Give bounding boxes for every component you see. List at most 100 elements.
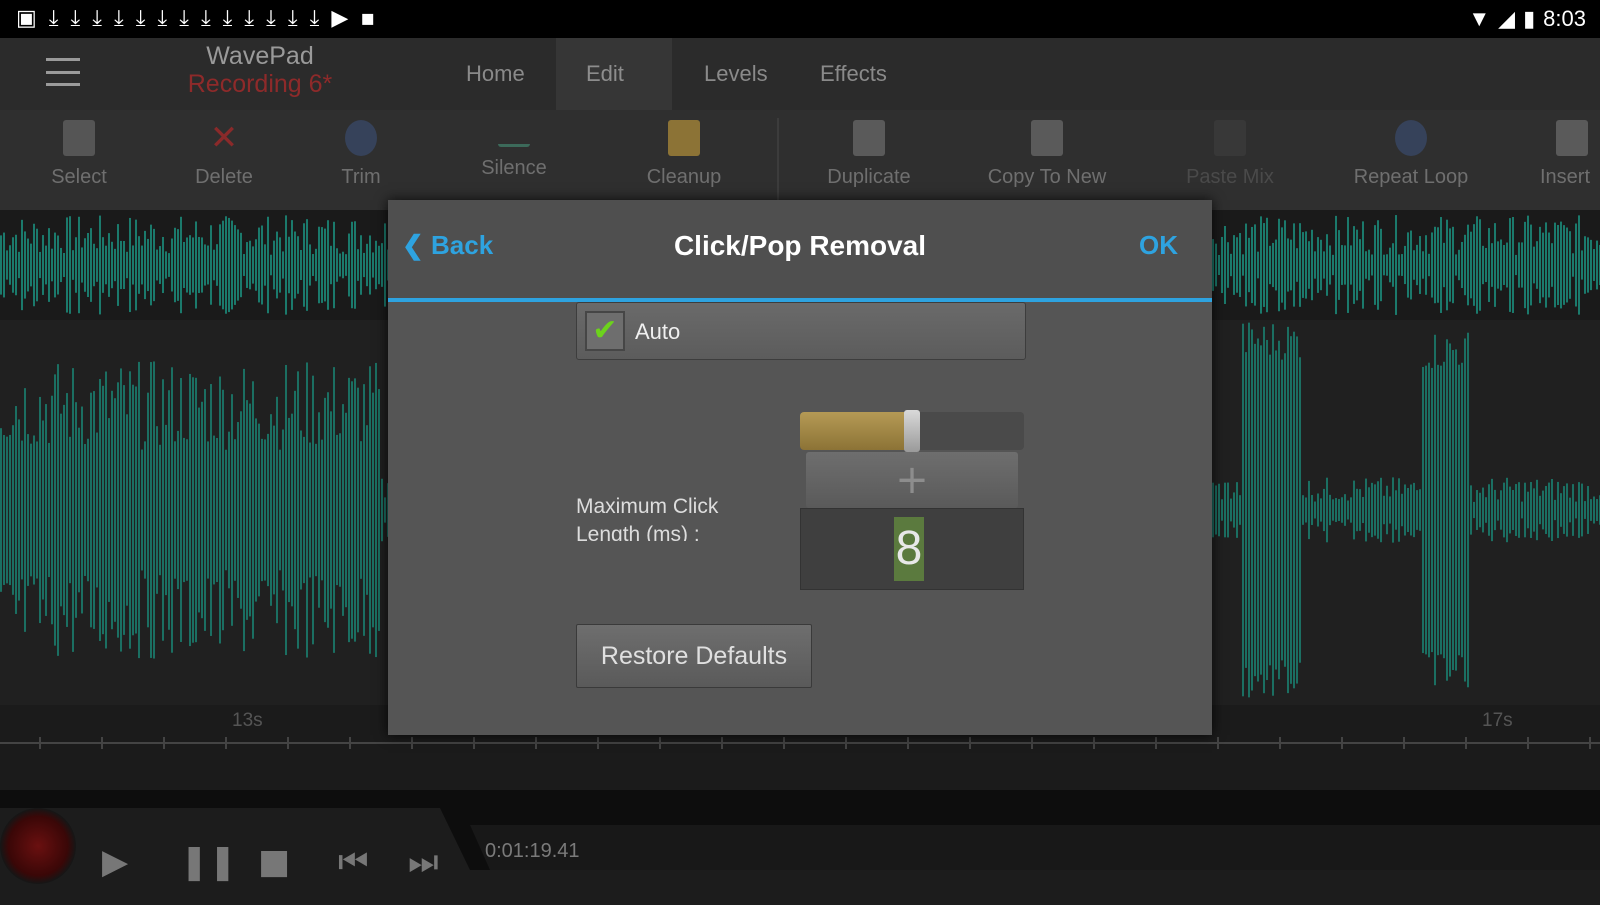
waveform-bar bbox=[120, 368, 122, 652]
waveform-bar bbox=[1230, 498, 1232, 522]
waveform-bar bbox=[384, 223, 386, 307]
waveform-bar bbox=[1350, 245, 1352, 285]
waveform-bar bbox=[1215, 485, 1217, 535]
waveform-bar bbox=[1536, 479, 1538, 541]
waveform-bar bbox=[144, 441, 146, 579]
waveform-bar bbox=[1347, 217, 1349, 313]
waveform-bar bbox=[1386, 254, 1388, 276]
waveform-bar bbox=[327, 392, 329, 628]
waveform-bar bbox=[1314, 251, 1316, 279]
cleanup-button[interactable]: Cleanup bbox=[634, 120, 734, 189]
paste-mix-button[interactable]: Paste Mix bbox=[1180, 120, 1280, 189]
pause-button[interactable]: ❚❚ bbox=[180, 842, 237, 882]
waveform-bar bbox=[228, 217, 230, 313]
waveform-bar bbox=[1422, 251, 1424, 279]
waveform-bar bbox=[24, 231, 26, 299]
copy-to-new-icon bbox=[1031, 120, 1063, 156]
waveform-bar bbox=[1419, 489, 1421, 531]
insert-button[interactable]: Insert bbox=[1540, 120, 1600, 189]
waveform-bar bbox=[60, 413, 62, 607]
waveform-bar bbox=[1452, 226, 1454, 304]
waveform-bar bbox=[207, 441, 209, 579]
play-button[interactable]: ▶ bbox=[102, 842, 128, 882]
click-pop-removal-dialog: ❮ Back Click/Pop Removal OK ✔ Auto + 8 M… bbox=[388, 200, 1212, 735]
skip-to-start-button[interactable]: ⏮ bbox=[338, 842, 369, 882]
ok-button[interactable]: OK bbox=[1139, 230, 1178, 261]
waveform-bar bbox=[39, 251, 41, 279]
waveform-bar bbox=[1593, 496, 1595, 524]
trim-icon bbox=[345, 120, 377, 156]
waveform-bar bbox=[1245, 352, 1247, 668]
waveform-bar bbox=[1488, 484, 1490, 536]
waveform-bar bbox=[1416, 244, 1418, 286]
tab-home[interactable]: Home bbox=[436, 38, 555, 110]
tab-effects[interactable]: Effects bbox=[790, 38, 917, 110]
click-length-slider[interactable] bbox=[800, 410, 1024, 452]
waveform-bar bbox=[1413, 482, 1415, 538]
waveform-bar bbox=[315, 248, 317, 282]
waveform-bar bbox=[306, 362, 308, 658]
waveform-bar bbox=[195, 221, 197, 309]
copy-to-new-button[interactable]: Copy To New bbox=[982, 120, 1112, 189]
repeat-loop-button[interactable]: Repeat Loop bbox=[1348, 120, 1474, 189]
waveform-bar bbox=[84, 444, 86, 576]
cleanup-icon bbox=[668, 120, 700, 156]
increment-button[interactable]: + bbox=[806, 452, 1018, 508]
waveform-bar bbox=[60, 247, 62, 283]
tab-edit[interactable]: Edit bbox=[556, 38, 672, 110]
waveform-bar bbox=[270, 414, 272, 606]
waveform-bar bbox=[276, 231, 278, 299]
waveform-bar bbox=[1509, 486, 1511, 534]
waveform-bar bbox=[1491, 478, 1493, 542]
waveform-bar bbox=[87, 232, 89, 298]
waveform-bar bbox=[198, 407, 200, 613]
trim-button[interactable]: Trim bbox=[326, 120, 396, 189]
auto-checkbox-row[interactable]: ✔ Auto bbox=[576, 302, 1026, 360]
delete-button[interactable]: ✕ Delete bbox=[184, 120, 264, 189]
waveform-bar bbox=[1377, 220, 1379, 310]
tab-levels[interactable]: Levels bbox=[674, 38, 798, 110]
waveform-bar bbox=[165, 251, 167, 279]
play-store-icon: ▶ bbox=[331, 6, 349, 31]
download-icon: ⤓ bbox=[157, 6, 168, 31]
waveform-bar bbox=[42, 235, 44, 295]
stop-button[interactable]: ■ bbox=[258, 842, 290, 882]
click-length-value-field[interactable]: 8 bbox=[800, 508, 1024, 590]
waveform-bar bbox=[201, 237, 203, 293]
waveform-bar bbox=[102, 237, 104, 293]
waveform-bar bbox=[36, 441, 38, 579]
restore-defaults-button[interactable]: Restore Defaults bbox=[576, 624, 812, 688]
waveform-bar bbox=[1320, 498, 1322, 522]
waveform-bar bbox=[135, 219, 137, 311]
record-button[interactable] bbox=[0, 808, 76, 884]
waveform-bar bbox=[1551, 243, 1553, 287]
waveform-bar bbox=[1398, 478, 1400, 542]
waveform-bar bbox=[117, 382, 119, 638]
waveform-bar bbox=[33, 223, 35, 307]
waveform-bar bbox=[1317, 493, 1319, 527]
waveform-bar bbox=[360, 441, 362, 579]
select-button[interactable]: Select bbox=[44, 120, 114, 189]
waveform-bar bbox=[1533, 488, 1535, 532]
waveform-bar bbox=[261, 438, 263, 582]
waveform-bar bbox=[255, 418, 257, 602]
waveform-bar bbox=[1383, 254, 1385, 276]
hamburger-menu-icon[interactable] bbox=[46, 58, 80, 86]
waveform-bar bbox=[1281, 227, 1283, 303]
silence-button[interactable]: Silence bbox=[472, 120, 556, 180]
waveform-bar bbox=[1488, 228, 1490, 302]
waveform-bar bbox=[291, 413, 293, 607]
waveform-bar bbox=[1350, 497, 1352, 523]
auto-label: Auto bbox=[635, 319, 681, 344]
waveform-bar bbox=[1425, 235, 1427, 295]
checkmark-icon: ✔ bbox=[592, 313, 618, 348]
waveform-bar bbox=[153, 361, 155, 659]
duplicate-button[interactable]: Duplicate bbox=[814, 120, 924, 189]
skip-to-end-button[interactable]: ⏭ bbox=[408, 842, 439, 882]
slider-thumb[interactable] bbox=[904, 410, 920, 452]
waveform-bar bbox=[1521, 242, 1523, 288]
auto-checkbox[interactable]: ✔ bbox=[585, 311, 625, 351]
waveform-bar bbox=[324, 397, 326, 623]
waveform-bar bbox=[1566, 483, 1568, 537]
waveform-bar bbox=[0, 235, 2, 295]
